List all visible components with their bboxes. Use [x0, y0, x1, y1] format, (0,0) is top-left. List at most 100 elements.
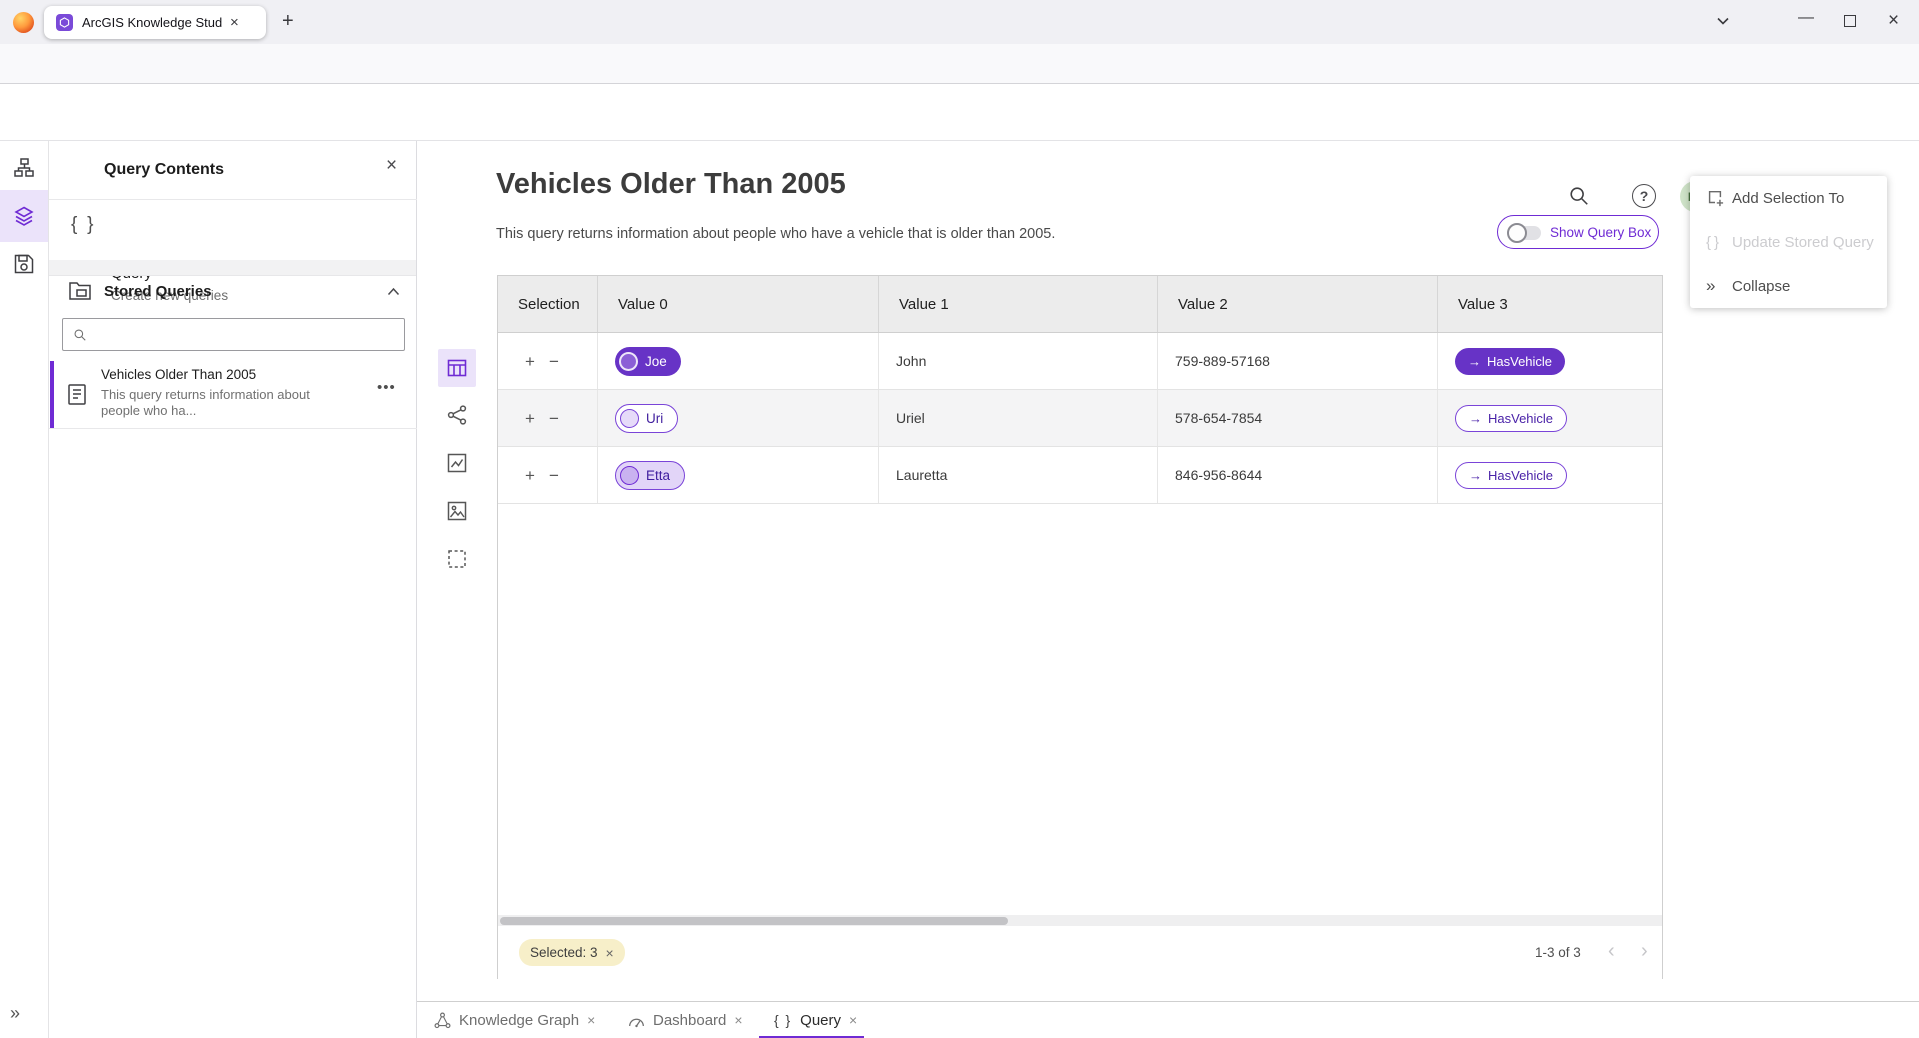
braces-icon: { }: [1706, 234, 1724, 251]
table-header-row: Selection Value 0 Value 1 Value 2 Value …: [498, 276, 1662, 333]
window-maximize-button[interactable]: [1844, 15, 1856, 27]
save-icon[interactable]: [14, 254, 34, 274]
table-row[interactable]: + − Joe John 759-889-57168 →HasVehicle: [498, 333, 1662, 390]
horizontal-scrollbar[interactable]: [498, 915, 1662, 926]
query-contents-panel: Query Contents × { } Query Create new qu…: [49, 141, 417, 1038]
tab-dashboard[interactable]: Dashboard ×: [628, 1002, 743, 1038]
table-view-button[interactable]: [438, 349, 476, 387]
tab-query[interactable]: { } Query ×: [774, 1002, 857, 1038]
query-results-table: Selection Value 0 Value 1 Value 2 Value …: [497, 275, 1663, 979]
divider: [49, 428, 417, 429]
braces-icon: { }: [71, 214, 97, 236]
entity-avatar-icon: [620, 466, 639, 485]
add-to-selection-button[interactable]: +: [525, 467, 535, 484]
close-tab-icon[interactable]: ×: [849, 1012, 857, 1028]
browser-window: ArcGIS Knowledge Studio × + — × https: [0, 0, 1919, 1038]
entity-pill[interactable]: Uri: [615, 404, 678, 433]
panel-close-icon[interactable]: ×: [386, 155, 397, 177]
cell-value2: 759-889-57168: [1158, 333, 1438, 389]
cell-value1: Lauretta: [879, 447, 1158, 503]
selected-indicator-bar: [50, 361, 54, 428]
previous-page-button[interactable]: ‹: [1608, 940, 1615, 963]
link-chart-view-button[interactable]: [438, 396, 476, 434]
search-icon: [73, 328, 87, 342]
data-model-tree-icon[interactable]: [14, 158, 34, 178]
chart-view-button[interactable]: [438, 444, 476, 482]
tab-title: ArcGIS Knowledge Studio: [82, 15, 222, 30]
double-chevron-icon: »: [1706, 276, 1724, 296]
query-item[interactable]: { } Query Create new queries: [49, 199, 416, 260]
query-result-title: Vehicles Older Than 2005: [496, 168, 846, 201]
collapse-section-chevron-icon[interactable]: [387, 287, 400, 296]
stored-query-item[interactable]: Vehicles Older Than 2005 This query retu…: [49, 361, 416, 428]
add-to-selection-button[interactable]: +: [525, 410, 535, 427]
stored-query-desc-line1: This query returns information about: [101, 387, 310, 402]
column-header[interactable]: Value 3: [1438, 276, 1662, 332]
column-header[interactable]: Value 1: [879, 276, 1158, 332]
clear-selection-icon[interactable]: ×: [606, 945, 614, 961]
arrow-right-icon: →: [1469, 468, 1482, 483]
help-icon[interactable]: ?: [1632, 184, 1656, 208]
scrollbar-thumb[interactable]: [500, 917, 1008, 925]
relationship-pill[interactable]: →HasVehicle: [1455, 348, 1565, 375]
map-view-button[interactable]: [438, 492, 476, 530]
tab-knowledge-graph[interactable]: Knowledge Graph ×: [434, 1002, 595, 1038]
menu-item-add-selection-to[interactable]: Add Selection To: [1690, 176, 1887, 220]
window-minimize-button[interactable]: —: [1798, 9, 1814, 27]
browser-tab-bar: ArcGIS Knowledge Studio × + — ×: [0, 0, 1919, 44]
entity-pill[interactable]: Joe: [615, 347, 681, 376]
remove-from-selection-button[interactable]: −: [549, 353, 559, 370]
firefox-logo-icon: [13, 12, 34, 33]
remove-from-selection-button[interactable]: −: [549, 410, 559, 427]
column-header[interactable]: Value 0: [598, 276, 879, 332]
entity-avatar-icon: [620, 409, 639, 428]
column-header[interactable]: Selection: [498, 276, 598, 332]
list-tabs-chevron-icon[interactable]: [1716, 16, 1730, 26]
show-query-box-toggle[interactable]: Show Query Box: [1497, 215, 1659, 249]
new-tab-button[interactable]: +: [282, 10, 294, 33]
braces-icon: { }: [774, 1012, 792, 1028]
remove-from-selection-button[interactable]: −: [549, 467, 559, 484]
query-result-description: This query returns information about peo…: [496, 226, 1055, 242]
layers-icon[interactable]: [14, 206, 34, 226]
table-row[interactable]: + − Etta Lauretta 846-956-8644 →HasVehic…: [498, 447, 1662, 504]
cell-value1: Uriel: [879, 390, 1158, 446]
close-tab-icon[interactable]: ×: [587, 1012, 595, 1028]
arrow-right-icon: →: [1468, 354, 1481, 369]
selection-context-menu: Add Selection To { } Update Stored Query…: [1690, 176, 1887, 308]
toggle-knob: [1507, 223, 1527, 243]
toggle-label: Show Query Box: [1550, 225, 1651, 240]
selected-count-chip[interactable]: Selected: 3 ×: [519, 939, 625, 966]
stored-queries-title: Stored Queries: [104, 283, 212, 300]
section-separator: [49, 260, 416, 276]
relationship-pill[interactable]: →HasVehicle: [1455, 462, 1567, 489]
stored-query-title: Vehicles Older Than 2005: [101, 367, 256, 382]
content-tab-bar: Knowledge Graph × Dashboard × { } Query …: [417, 1001, 1919, 1038]
search-icon[interactable]: [1568, 185, 1590, 207]
column-header[interactable]: Value 2: [1158, 276, 1438, 332]
row-range-label: 1-3 of 3: [1535, 945, 1581, 960]
selection-tool-button[interactable]: [438, 540, 476, 578]
arcgis-knowledge-favicon-icon: [56, 14, 73, 31]
browser-nav-bar: https://dev0028833.esri.com/portal/apps/…: [0, 44, 1919, 84]
add-to-selection-button[interactable]: +: [525, 353, 535, 370]
next-page-button[interactable]: ›: [1641, 940, 1648, 963]
entity-pill[interactable]: Etta: [615, 461, 685, 490]
left-rail: »: [0, 141, 49, 1038]
search-input[interactable]: [95, 327, 404, 342]
relationship-pill[interactable]: →HasVehicle: [1455, 405, 1567, 432]
expand-panel-icon[interactable]: »: [10, 1003, 20, 1024]
item-options-ellipsis-icon[interactable]: •••: [377, 379, 396, 396]
menu-item-update-stored-query[interactable]: { } Update Stored Query: [1690, 220, 1887, 264]
add-selection-icon: [1706, 189, 1724, 207]
close-tab-icon[interactable]: ×: [734, 1012, 742, 1028]
app-header: Certification Project ? PL publisher2 la…: [0, 84, 1919, 141]
table-row[interactable]: + − Uri Uriel 578-654-7854 →HasVehicle: [498, 390, 1662, 447]
browser-tab[interactable]: ArcGIS Knowledge Studio ×: [44, 6, 266, 39]
panel-title: Query Contents: [104, 161, 224, 179]
tab-close-icon[interactable]: ×: [230, 14, 239, 31]
window-close-button[interactable]: ×: [1888, 10, 1899, 32]
menu-item-collapse[interactable]: » Collapse: [1690, 264, 1887, 308]
folder-icon: [69, 281, 91, 300]
stored-queries-search[interactable]: [62, 318, 405, 351]
